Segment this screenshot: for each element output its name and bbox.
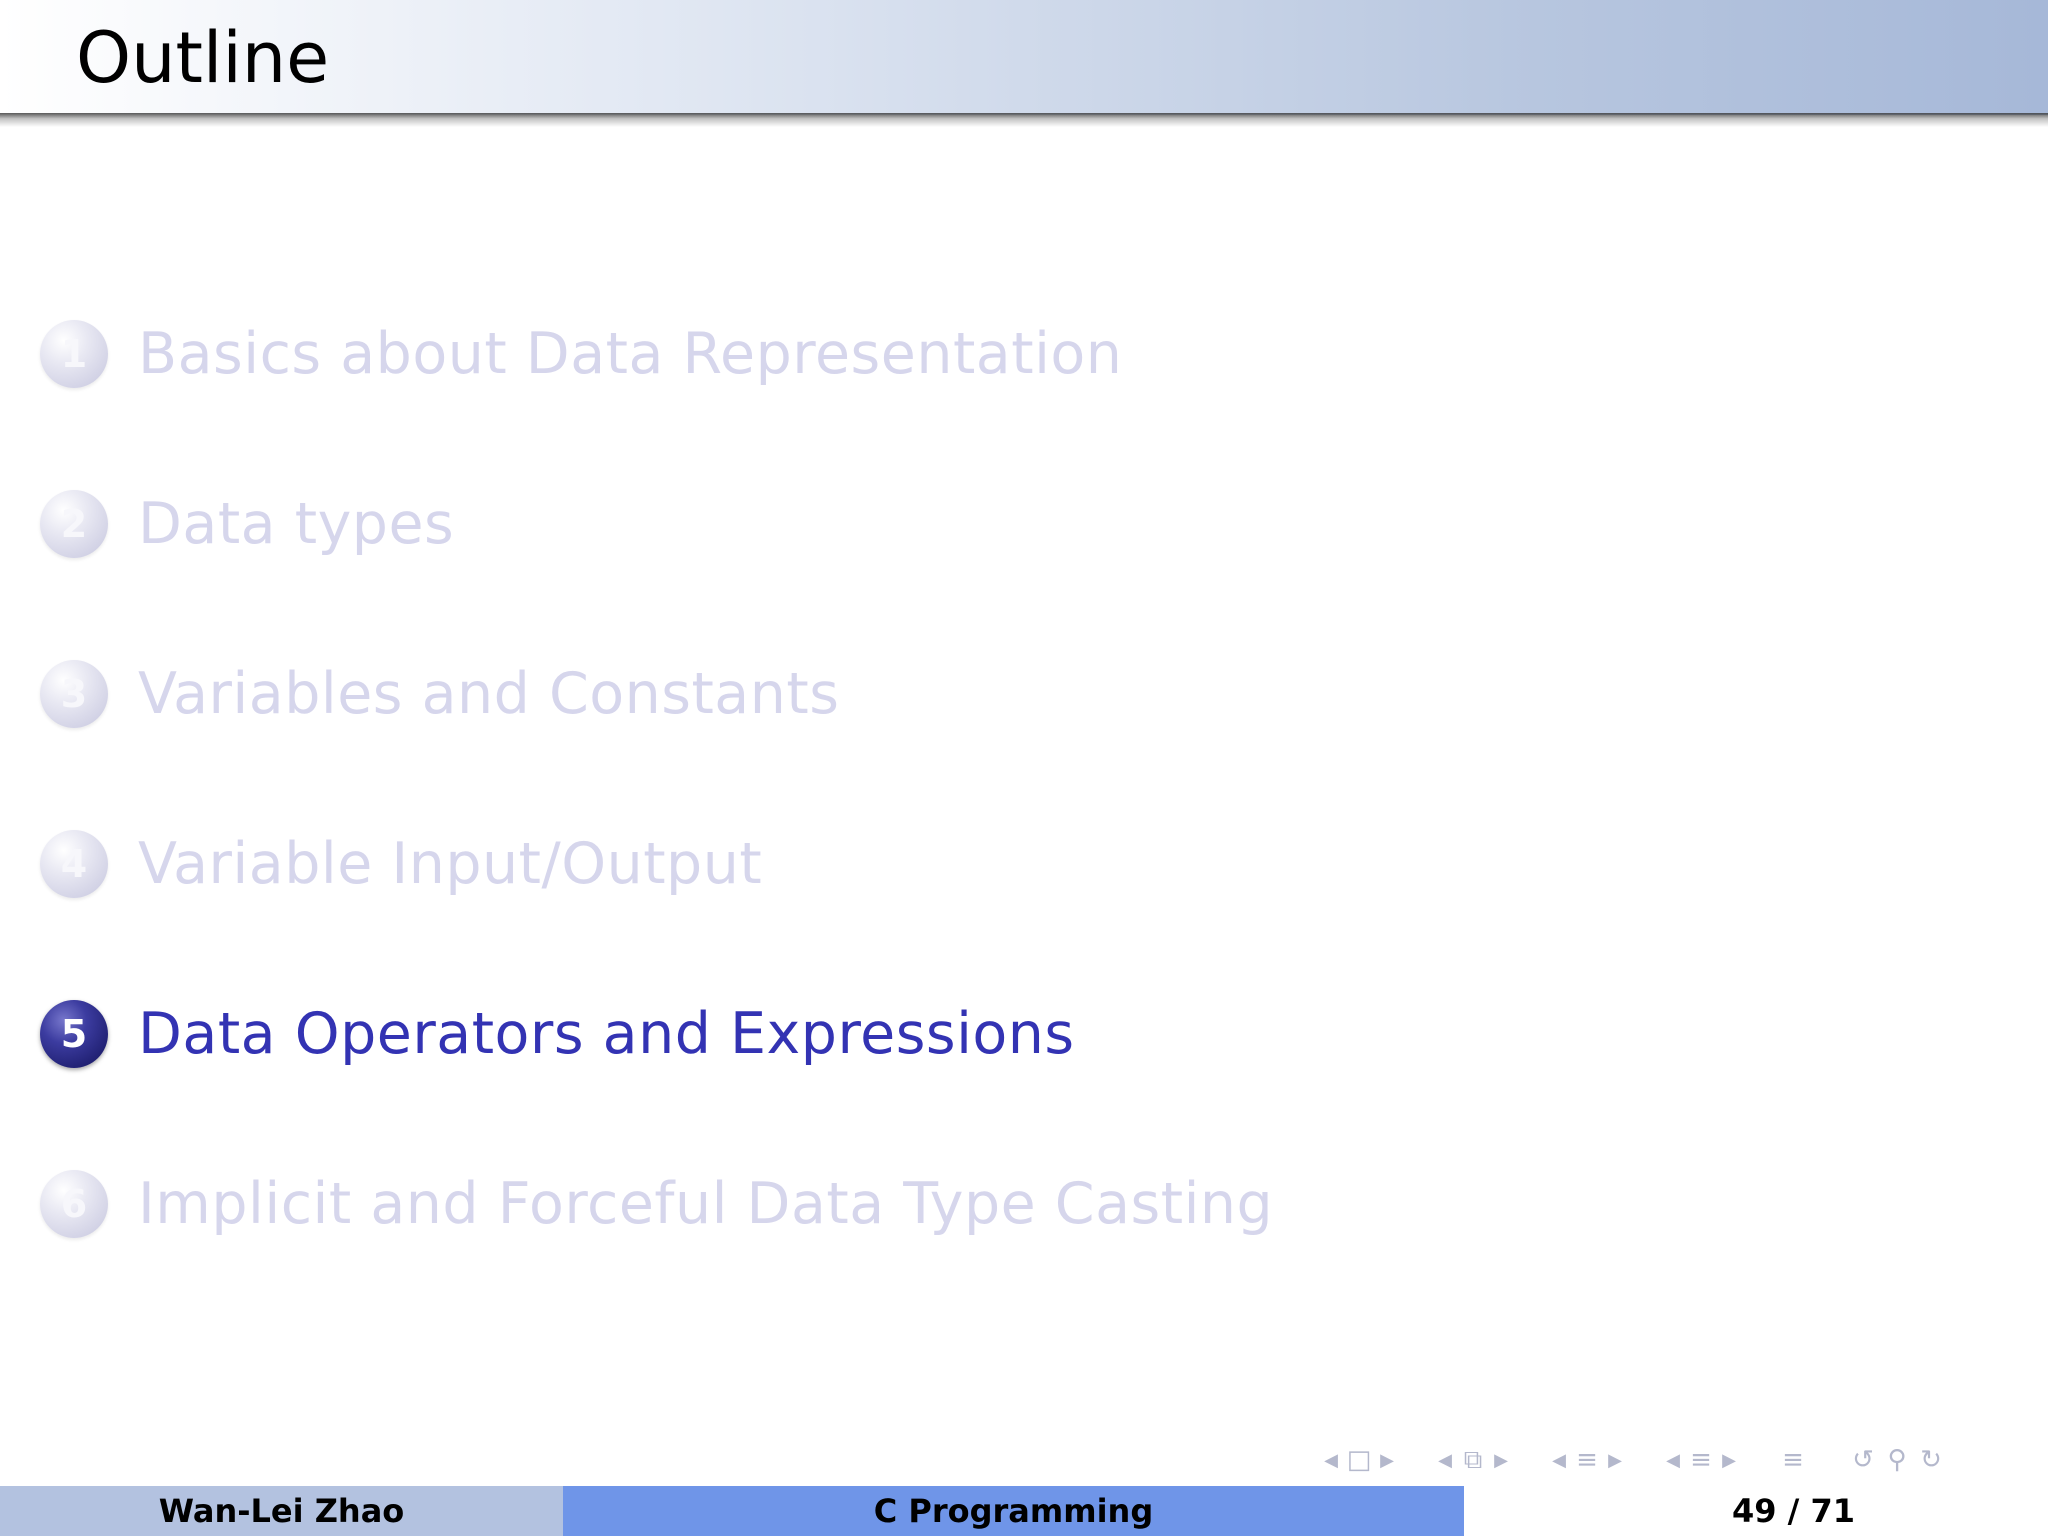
- arrow-left-icon[interactable]: ◀: [1548, 1450, 1570, 1471]
- arrow-right-icon[interactable]: ▶: [1376, 1450, 1398, 1471]
- arrow-left-icon[interactable]: ◀: [1320, 1450, 1342, 1471]
- outline-item-5-current[interactable]: 5 Data Operators and Expressions: [40, 994, 1075, 1074]
- arrow-right-icon[interactable]: ▶: [1490, 1450, 1512, 1471]
- slide: Outline 1 Basics about Data Representati…: [0, 0, 2048, 1536]
- subsubsection-icon[interactable]: ≡: [1684, 1445, 1718, 1475]
- outline-item-label: Implicit and Forceful Data Type Casting: [138, 1171, 1274, 1237]
- outline-item-label: Basics about Data Representation: [138, 321, 1123, 387]
- outline-item-label: Variables and Constants: [138, 661, 840, 727]
- arrow-left-icon[interactable]: ◀: [1434, 1450, 1456, 1471]
- footer-author: Wan-Lei Zhao: [0, 1486, 563, 1536]
- frame-title: Outline: [76, 17, 330, 99]
- subsection-icon[interactable]: ⧉: [1456, 1445, 1490, 1476]
- toc-icon[interactable]: ≡: [1776, 1445, 1810, 1475]
- outline-item-label: Variable Input/Output: [138, 831, 763, 897]
- back-icon[interactable]: ↺: [1846, 1445, 1880, 1475]
- section-number-ball: 6: [40, 1170, 108, 1238]
- title-bar-shadow: [0, 113, 2048, 127]
- outline-item-label: Data Operators and Expressions: [138, 1001, 1075, 1067]
- section-number-ball: 4: [40, 830, 108, 898]
- section-number-ball: 5: [40, 1000, 108, 1068]
- outline-item-2[interactable]: 2 Data types: [40, 484, 454, 564]
- outline-item-1[interactable]: 1 Basics about Data Representation: [40, 314, 1122, 394]
- forward-icon[interactable]: ↻: [1914, 1445, 1948, 1475]
- search-icon[interactable]: ⚲: [1880, 1445, 1914, 1475]
- outline-item-3[interactable]: 3 Variables and Constants: [40, 654, 839, 734]
- outline-item-6[interactable]: 6 Implicit and Forceful Data Type Castin…: [40, 1164, 1273, 1244]
- beamer-navigation-bar: ◀ □ ▶ ◀ ⧉ ▶ ◀ ≡ ▶ ◀ ≡ ▶ ≡ ↺ ⚲ ↻: [1320, 1442, 1948, 1478]
- section-icon[interactable]: ≡: [1570, 1445, 1604, 1475]
- arrow-right-icon[interactable]: ▶: [1604, 1450, 1626, 1471]
- section-number-ball: 2: [40, 490, 108, 558]
- outline-item-label: Data types: [138, 491, 455, 557]
- footer-page-number: 49 / 71: [1464, 1486, 2048, 1536]
- frame-icon[interactable]: □: [1342, 1445, 1376, 1475]
- footline: Wan-Lei Zhao C Programming 49 / 71: [0, 1486, 2048, 1536]
- arrow-right-icon[interactable]: ▶: [1718, 1450, 1740, 1471]
- arrow-left-icon[interactable]: ◀: [1662, 1450, 1684, 1471]
- section-number-ball: 3: [40, 660, 108, 728]
- section-number-ball: 1: [40, 320, 108, 388]
- outline-item-4[interactable]: 4 Variable Input/Output: [40, 824, 762, 904]
- frame-title-bar: Outline: [0, 0, 2048, 115]
- footer-course-title: C Programming: [563, 1486, 1464, 1536]
